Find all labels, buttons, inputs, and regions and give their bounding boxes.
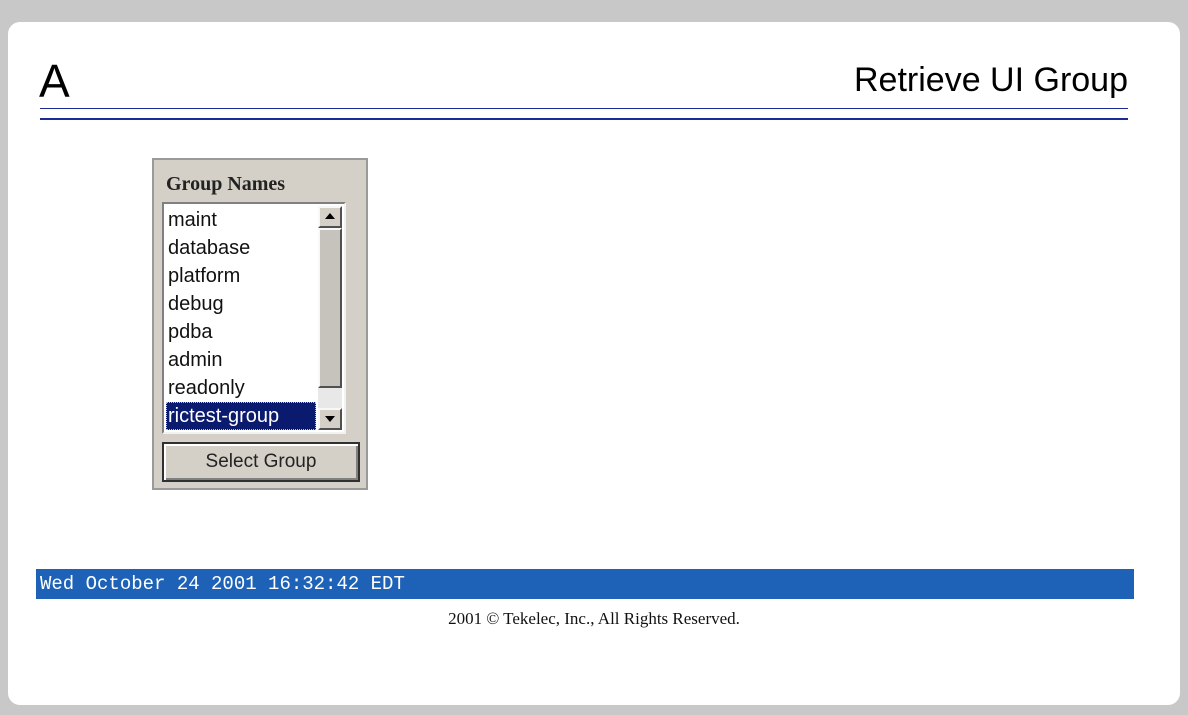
list-item-debug[interactable]: debug <box>166 290 316 318</box>
group-list-items: maint database platform debug pdba admin… <box>166 206 316 430</box>
copyright-notice: 2001 © Tekelec, Inc., All Rights Reserve… <box>448 609 740 628</box>
header-divider-top <box>40 108 1128 109</box>
scroll-thumb[interactable] <box>318 228 342 388</box>
group-names-heading: Group Names <box>166 173 286 195</box>
list-item-admin[interactable]: admin <box>166 346 316 374</box>
list-item-rictest-group[interactable]: rictest-group <box>166 402 316 430</box>
page-title: Retrieve UI Group <box>854 61 1128 99</box>
list-item-pdba[interactable]: pdba <box>166 318 316 346</box>
page-letter: A <box>39 55 70 107</box>
group-names-listbox[interactable]: maint database platform debug pdba admin… <box>162 202 346 434</box>
status-datetime-bar: Wed October 24 2001 16:32:42 EDT <box>36 569 1134 599</box>
list-item-platform[interactable]: platform <box>166 262 316 290</box>
page-content: A Retrieve UI Group Group Names maint da… <box>8 22 1180 705</box>
list-item-readonly[interactable]: readonly <box>166 374 316 402</box>
header-divider-bottom <box>40 118 1128 120</box>
scroll-down-arrow-icon[interactable] <box>318 408 342 430</box>
select-group-button[interactable]: Select Group <box>162 442 360 482</box>
list-item-database[interactable]: database <box>166 234 316 262</box>
listbox-scrollbar[interactable] <box>318 206 342 430</box>
scroll-up-arrow-icon[interactable] <box>318 206 342 228</box>
list-item-maint[interactable]: maint <box>166 206 316 234</box>
group-names-panel: Group Names maint database platform debu… <box>152 158 368 490</box>
